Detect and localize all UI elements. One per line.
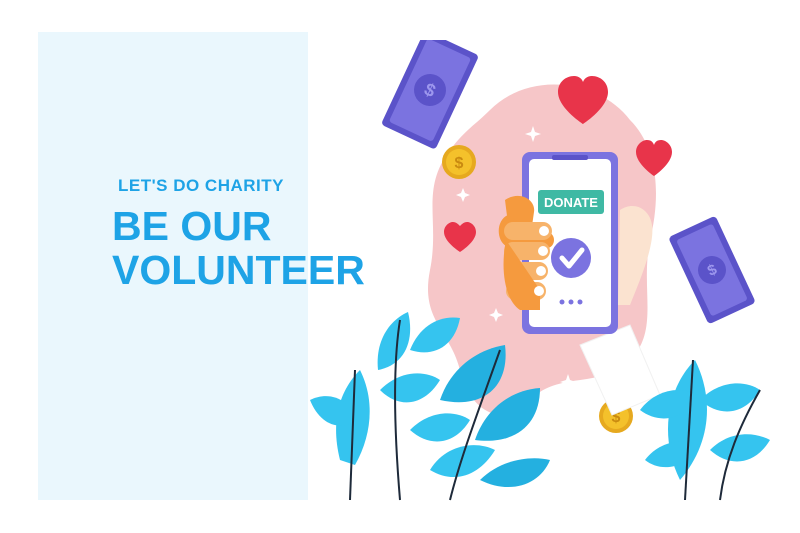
donate-button-label: DONATE — [544, 195, 598, 210]
kicker-text: LET'S DO CHARITY — [118, 176, 284, 195]
coin-icon: $ — [442, 145, 476, 179]
svg-text:$: $ — [455, 155, 464, 172]
donate-button[interactable]: DONATE — [538, 190, 604, 214]
money-bill-icon: $ — [669, 216, 755, 324]
hand-icon — [618, 205, 653, 305]
leaf-icon — [640, 360, 770, 480]
page-dots — [559, 299, 583, 305]
check-icon — [551, 238, 591, 278]
donation-illustration: $ $ $ $ DONATE — [310, 40, 770, 501]
money-bill-icon: $ — [382, 40, 478, 149]
